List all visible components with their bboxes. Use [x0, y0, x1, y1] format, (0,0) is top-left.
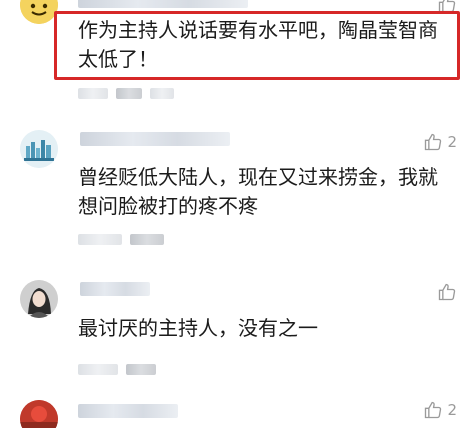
comment-item: 2	[0, 394, 467, 428]
thumbs-up-icon	[438, 283, 456, 301]
like-button[interactable]: 2	[423, 132, 457, 152]
username-blurred	[80, 132, 230, 146]
like-button[interactable]: 2	[423, 400, 457, 420]
avatar[interactable]	[20, 280, 58, 318]
meta-blurred	[78, 88, 108, 99]
like-count: 2	[447, 401, 457, 419]
meta-blurred	[116, 88, 142, 99]
meta-blurred	[78, 364, 118, 375]
avatar[interactable]	[20, 0, 58, 24]
like-count: 2	[447, 133, 457, 151]
comment-text: 曾经贬低大陆人，现在又过来捞金，我就想问脸被打的疼不疼	[78, 165, 438, 218]
comment-item: 最讨厌的主持人，没有之一	[0, 272, 467, 382]
username-blurred	[78, 404, 178, 418]
username-blurred	[78, 0, 248, 8]
meta-blurred	[150, 88, 174, 99]
comment-item: 2 曾经贬低大陆人，现在又过来捞金，我就想问脸被打的疼不疼	[0, 118, 467, 258]
comment-item: 作为主持人说话要有水平吧，陶晶莹智商太低了！	[0, 0, 467, 104]
like-button[interactable]	[437, 282, 457, 302]
thumbs-up-icon	[425, 401, 442, 419]
highlight-box	[54, 11, 460, 80]
avatar[interactable]	[20, 130, 58, 168]
username-blurred	[80, 282, 150, 296]
avatar[interactable]	[20, 400, 58, 428]
meta-blurred	[126, 364, 156, 375]
comment-text: 最讨厌的主持人，没有之一	[78, 316, 318, 340]
meta-blurred	[78, 234, 122, 245]
meta-blurred	[130, 234, 164, 245]
thumbs-up-icon	[425, 133, 442, 151]
